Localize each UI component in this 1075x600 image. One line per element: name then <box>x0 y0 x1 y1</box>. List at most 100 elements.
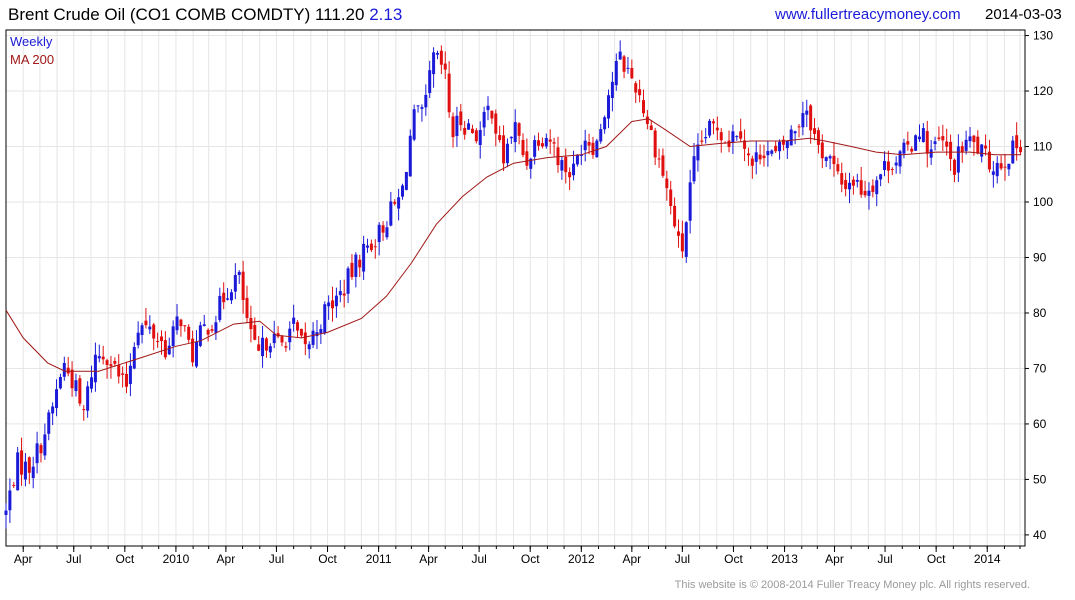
candle-body-up <box>614 60 618 86</box>
candle-body-up <box>323 304 327 334</box>
candle-body-down <box>941 136 945 141</box>
candle-body-up <box>404 171 408 190</box>
candle-body-down <box>284 346 288 348</box>
candle-body-up <box>55 389 59 409</box>
x-tick-label: Oct <box>521 552 540 566</box>
candle-body-down <box>548 139 552 142</box>
candle-body-down <box>451 116 455 138</box>
candle-body-up <box>618 51 622 60</box>
candle-body-down <box>206 329 210 335</box>
candle-body-down <box>937 137 941 139</box>
candle-body-down <box>264 338 268 351</box>
candle-body-up <box>74 380 78 392</box>
candle-body-down <box>521 139 525 156</box>
candle-body-up <box>202 324 206 327</box>
candle-body-up <box>898 151 902 167</box>
candle-body-down <box>746 153 750 156</box>
candle-body-down <box>210 329 214 331</box>
candle-body-up <box>575 154 579 165</box>
candle-body-up <box>233 275 237 292</box>
candle-body-up <box>148 326 152 330</box>
candle-body-down <box>591 142 595 155</box>
x-tick-label: Jul <box>66 552 81 566</box>
candle-body-down <box>840 173 844 185</box>
candle-body-up <box>980 144 984 157</box>
candle-body-up <box>377 224 381 243</box>
candle-body-up <box>875 180 879 195</box>
candle-body-up <box>272 333 276 344</box>
x-tick-label: 2013 <box>771 552 798 566</box>
candle-body-up <box>855 180 859 182</box>
candle-body-down <box>303 332 307 345</box>
candle-body-up <box>914 135 918 151</box>
candle-body-up <box>824 157 828 161</box>
candle-body-down <box>750 158 754 166</box>
candle-body-up <box>486 105 490 111</box>
candle-body-down <box>82 409 86 411</box>
candle-body-down <box>470 128 474 133</box>
candle-body-down <box>700 140 704 142</box>
candle-body-down <box>925 131 929 154</box>
candle-body-down <box>774 145 778 152</box>
candle-body-down <box>517 123 521 136</box>
candle-body-up <box>140 325 144 336</box>
candle-body-up <box>58 377 62 389</box>
candle-body-up <box>879 174 883 180</box>
candle-body-down <box>797 126 801 128</box>
x-tick-label: 2014 <box>974 552 1001 566</box>
candle-body-up <box>237 271 241 275</box>
x-tick-label: Jul <box>675 552 690 566</box>
candle-body-down <box>474 130 478 142</box>
candle-body-down <box>739 131 743 139</box>
candle-body-up <box>793 131 797 134</box>
candle-body-up <box>194 341 198 367</box>
candle-body-up <box>766 150 770 156</box>
candle-body-down <box>439 50 443 65</box>
candle-body-up <box>455 115 459 137</box>
candle-body-up <box>933 141 937 144</box>
candle-body-down <box>117 364 121 377</box>
candle-body-up <box>991 171 995 175</box>
y-tick-label: 40 <box>1033 528 1047 542</box>
candle-body-down <box>494 113 498 134</box>
x-tick-label: 2011 <box>366 552 392 566</box>
candle-body-down <box>816 130 820 145</box>
candle-body-up <box>214 322 218 333</box>
candle-body-down <box>1003 166 1007 168</box>
candle-body-down <box>498 135 502 140</box>
x-tick-label: Jul <box>877 552 892 566</box>
candle-body-up <box>327 302 331 307</box>
candle-body-down <box>645 116 649 124</box>
candle-body-down <box>241 271 245 301</box>
candle-body-up <box>968 136 972 142</box>
candle-body-down <box>851 179 855 186</box>
candle-body-down <box>39 445 43 454</box>
candle-body-down <box>342 293 346 296</box>
y-tick-label: 60 <box>1033 417 1047 431</box>
candle-body-up <box>754 152 758 162</box>
candle-body-down <box>373 246 377 248</box>
candle-body-up <box>86 386 90 411</box>
candle-body-down <box>101 356 105 360</box>
candle-body-down <box>622 56 626 72</box>
copyright-notice: This website is © 2008-2014 Fuller Treac… <box>674 579 1030 591</box>
candle-body-down <box>976 136 980 154</box>
y-tick-label: 100 <box>1033 195 1053 209</box>
candle-body-up <box>400 185 404 197</box>
candle-body-down <box>972 135 976 143</box>
x-tick-label: Oct <box>724 552 743 566</box>
candle-body-up <box>292 317 296 324</box>
candle-body-up <box>995 162 999 177</box>
candle-body-down <box>163 340 167 358</box>
candle-body-down <box>299 328 303 336</box>
candle-body-up <box>692 156 696 182</box>
candle-body-up <box>432 52 436 75</box>
candle-body-up <box>307 344 311 350</box>
candle-body-up <box>513 122 517 143</box>
candle-body-down <box>638 89 642 96</box>
candle-body-down <box>984 145 988 149</box>
candle-body-up <box>828 156 832 159</box>
candle-body-down <box>680 233 684 252</box>
candle-body-down <box>859 180 863 195</box>
candle-body-down <box>813 128 817 134</box>
